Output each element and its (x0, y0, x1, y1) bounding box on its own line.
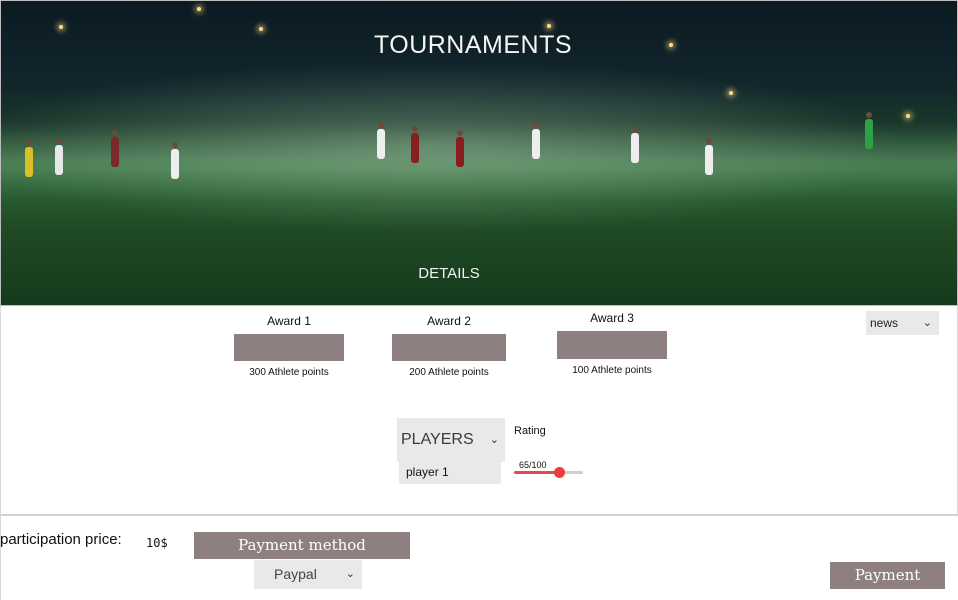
award-image-placeholder (392, 334, 506, 361)
player-figure (705, 138, 713, 175)
stadium-light (547, 24, 551, 28)
news-select-value: news (870, 316, 899, 330)
award-title: Award 2 (427, 314, 471, 328)
rating-label: Rating (514, 425, 546, 437)
player-figure (25, 140, 33, 177)
players-select-label: PLAYERS (401, 431, 474, 448)
players-select[interactable]: PLAYERS ⌄ (397, 418, 505, 462)
player-figure (456, 130, 464, 167)
award-title: Award 1 (267, 314, 311, 328)
price-value: 10$ (146, 536, 168, 550)
payment-method-label: Payment method (194, 532, 410, 559)
award-points: 300 Athlete points (249, 367, 329, 378)
award-points: 100 Athlete points (572, 365, 652, 376)
rating-slider-thumb[interactable] (553, 467, 565, 478)
award-card: Award 2 200 Athlete points (392, 314, 506, 378)
field-haze (1, 121, 957, 201)
rating-slider[interactable] (514, 467, 583, 478)
details-link[interactable]: DETAILS (1, 265, 897, 282)
rating-slider-fill (514, 471, 559, 474)
rating-value: 65/100 (519, 460, 547, 470)
price-label: participation price: (0, 531, 122, 548)
award-card: Award 3 100 Athlete points (557, 311, 667, 376)
award-card: Award 1 300 Athlete points (234, 314, 344, 378)
payment-button[interactable]: Payment (830, 562, 945, 589)
award-image-placeholder (234, 334, 344, 361)
award-image-placeholder (557, 331, 667, 359)
player-figure (111, 130, 119, 167)
player-figure (377, 122, 385, 159)
player-figure (631, 126, 639, 163)
player-figure (171, 142, 179, 179)
stadium-light (906, 114, 910, 118)
player-figure (532, 122, 540, 159)
news-select[interactable]: news ⌄ (866, 311, 939, 335)
hero-banner: TOURNAMENTS DETAILS (0, 0, 958, 306)
player-list-item[interactable]: player 1 (399, 461, 501, 484)
stadium-light (197, 7, 201, 11)
award-title: Award 3 (590, 311, 634, 325)
chevron-down-icon: ⌄ (922, 317, 932, 329)
player-figure (411, 126, 419, 163)
payment-method-value: Paypal (274, 566, 317, 582)
payment-section (0, 514, 958, 600)
stadium-light (59, 25, 63, 29)
player-figure (865, 112, 873, 149)
chevron-down-icon: ⌄ (489, 434, 499, 446)
page-title: TOURNAMENTS (373, 31, 573, 59)
award-points: 200 Athlete points (409, 367, 489, 378)
payment-method-select[interactable]: Paypal ⌄ (254, 560, 362, 589)
stadium-light (729, 91, 733, 95)
chevron-down-icon: ⌄ (345, 568, 355, 580)
player-figure (55, 138, 63, 175)
